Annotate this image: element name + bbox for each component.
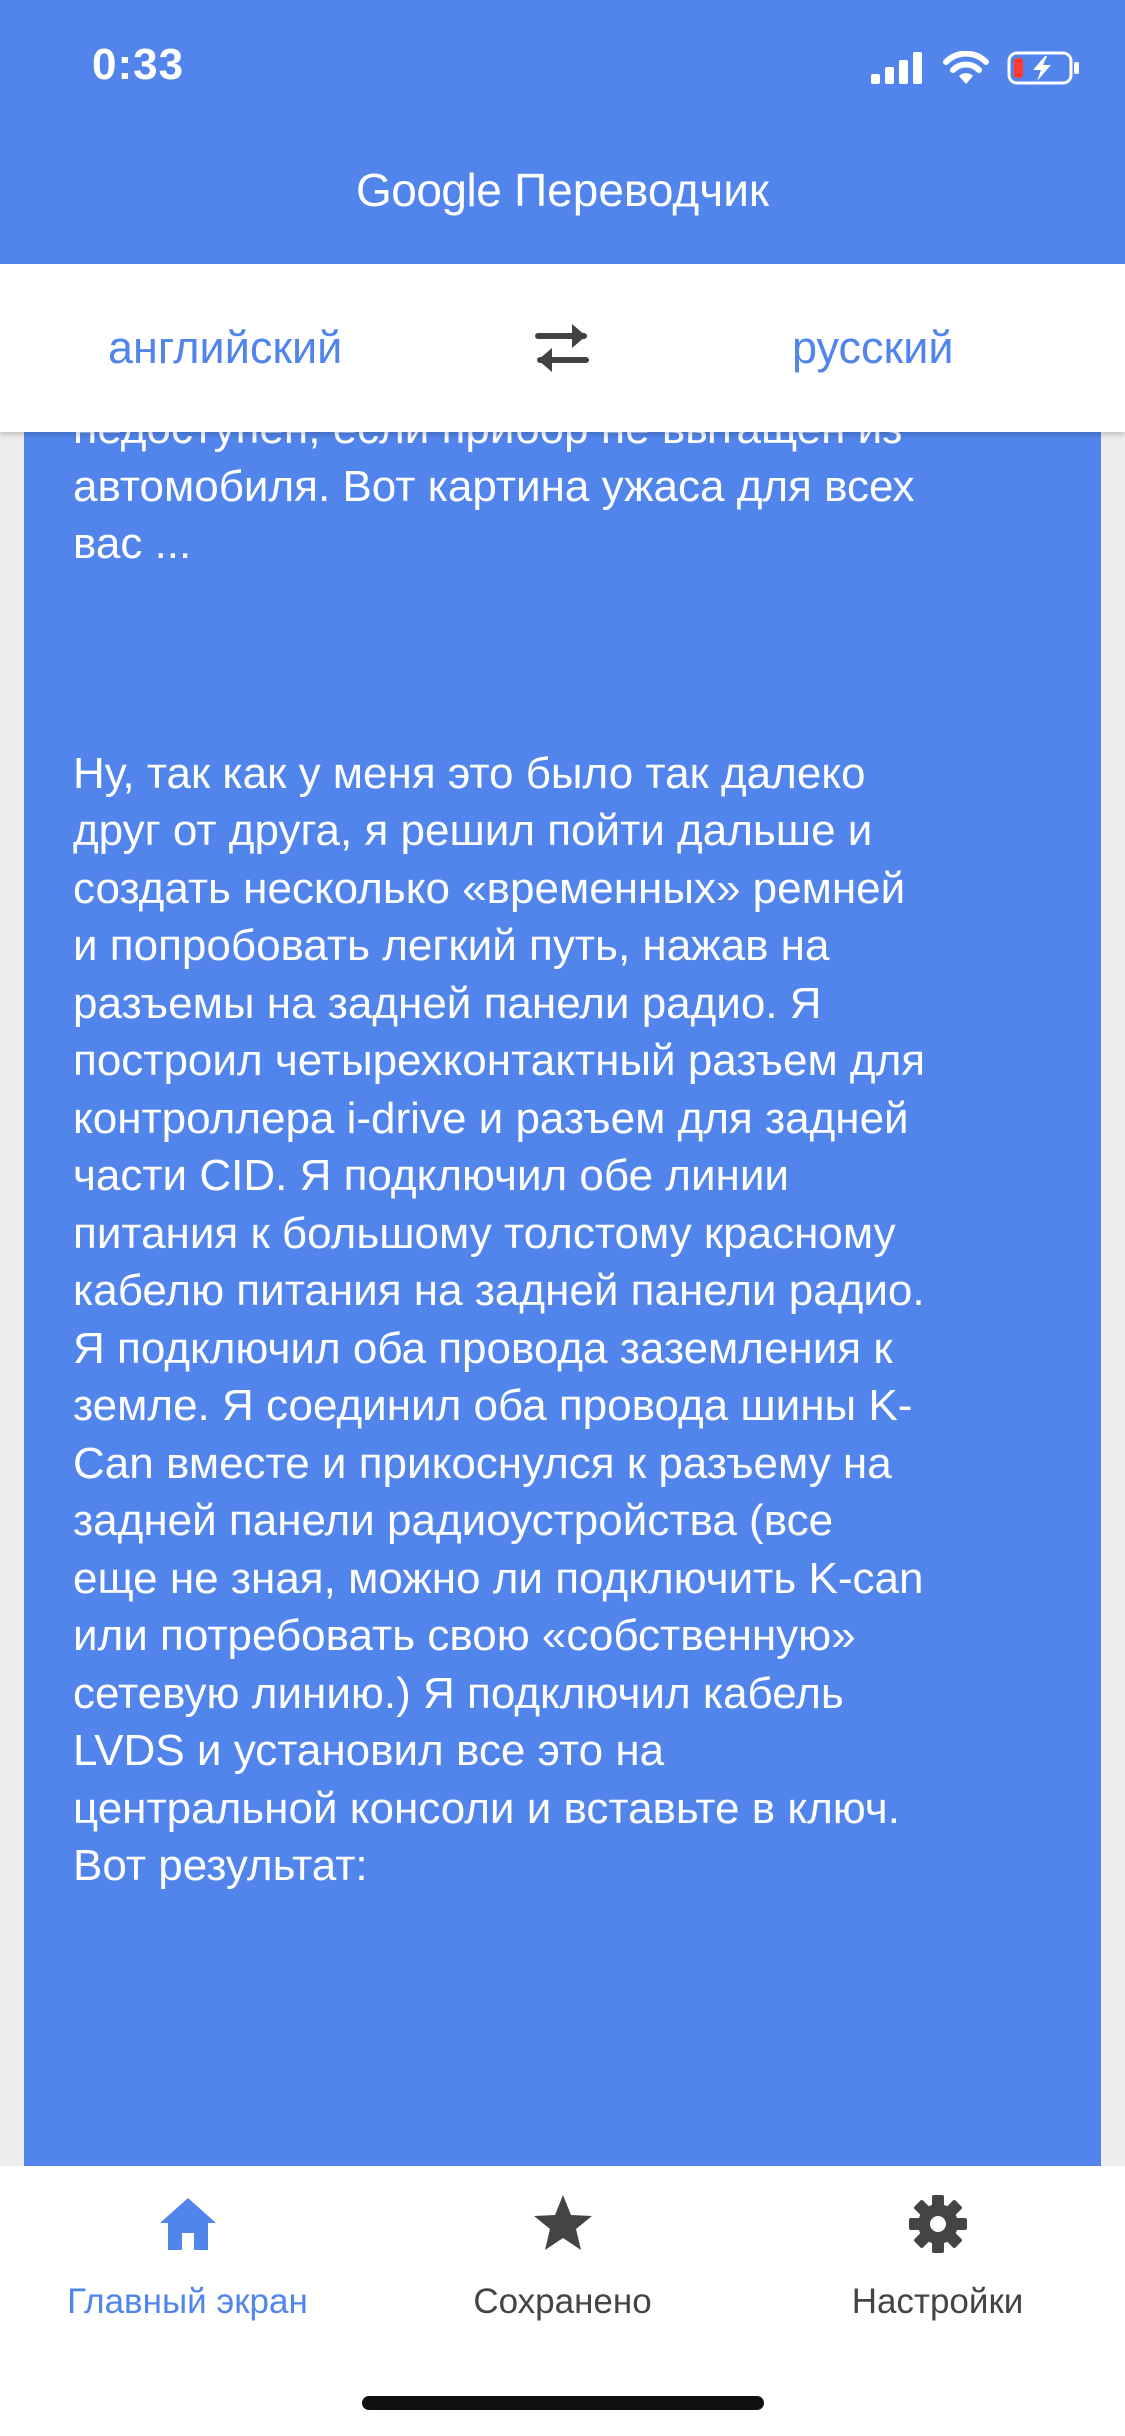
nav-home-tab[interactable]: Главный экран — [0, 2192, 375, 2342]
status-bar: 0:33 — [0, 0, 1125, 132]
wifi-icon — [943, 51, 989, 84]
home-indicator[interactable] — [362, 2396, 764, 2410]
battery-charging-icon — [1007, 51, 1079, 85]
nav-home-label: Главный экран — [67, 2282, 308, 2321]
nav-saved-label: Сохранено — [473, 2282, 652, 2321]
translation-paragraph: недоступен, если прибор не вытащен из ав… — [73, 432, 915, 568]
google-logo: Google — [355, 164, 502, 216]
target-language-button[interactable]: русский — [792, 316, 953, 380]
app-name: Переводчик — [514, 164, 770, 216]
home-icon — [159, 2198, 216, 2250]
nav-settings-tab[interactable]: Настройки — [750, 2192, 1125, 2342]
status-icons — [871, 48, 1081, 88]
source-language-button[interactable]: английский — [108, 316, 342, 380]
cellular-signal-icon — [871, 52, 922, 84]
star-icon — [533, 2195, 592, 2250]
gear-icon — [908, 2195, 967, 2253]
app-screen: 0:33 Google Переводчик английский русски… — [0, 0, 1125, 2436]
translation-paragraph: Ну, так как у меня это было так далеко д… — [73, 748, 926, 1891]
status-time: 0:33 — [92, 40, 185, 89]
nav-saved-tab[interactable]: Сохранено — [375, 2192, 750, 2342]
app-header: 0:33 Google Переводчик — [0, 0, 1125, 264]
translation-text: недоступен, если прибор не вытащен из ав… — [73, 432, 1083, 1895]
app-title: Google Переводчик — [0, 160, 1125, 220]
translation-card[interactable]: недоступен, если прибор не вытащен из ав… — [24, 432, 1101, 2166]
nav-settings-label: Настройки — [851, 2282, 1024, 2321]
language-bar: английский русский — [0, 264, 1125, 432]
swap-languages-icon[interactable] — [526, 318, 598, 378]
